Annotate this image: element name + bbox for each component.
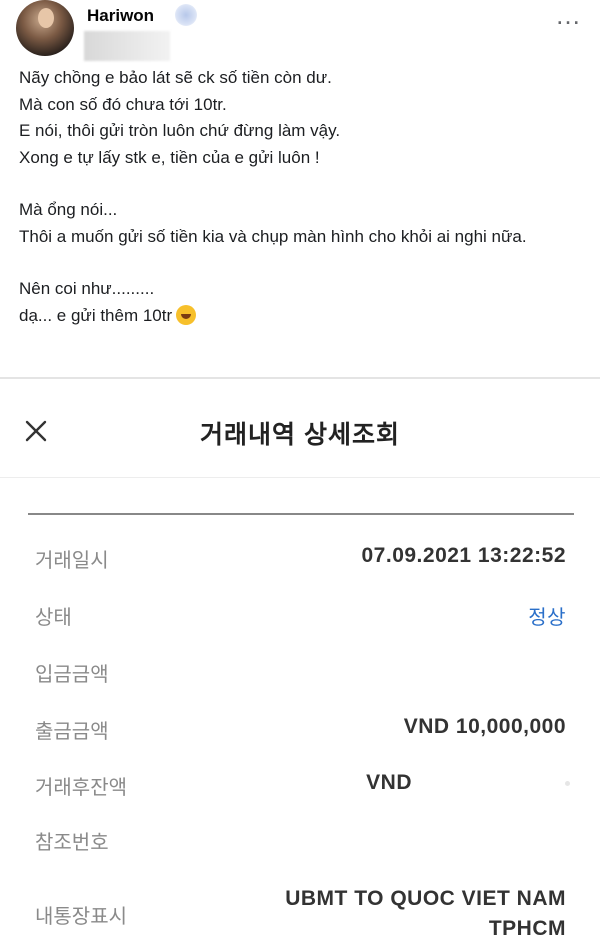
post-body: Nãy chồng e bảo lát sẽ ck số tiền còn dư… (19, 65, 589, 329)
header-rule (28, 513, 574, 515)
verified-badge-icon (175, 4, 197, 26)
post-line-text: dạ... e gửi thêm 10tr (19, 305, 173, 325)
author-name[interactable]: Hariwon (87, 6, 154, 26)
row-balance-after: 거래후잔액 VND (0, 771, 600, 811)
more-options-icon[interactable]: … (555, 0, 582, 31)
label-withdrawal-amount: 출금금액 (35, 721, 109, 743)
memo-line-1: UBMT TO QUOC VIET NAM (285, 887, 566, 910)
laughing-emoji-icon (176, 304, 197, 325)
post-line: Nãy chồng e bảo lát sẽ ck số tiền còn dư… (19, 68, 332, 87)
transaction-detail-screen: 거래내역 상세조회 거래일시 07.09.2021 13:22:52 상태 정상… (0, 379, 600, 948)
label-status: 상태 (35, 607, 72, 629)
row-withdrawal-amount: 출금금액 VND 10,000,000 (0, 715, 600, 755)
post-line: Nên coi như......... (19, 279, 155, 298)
post-line: Thôi a muốn gửi số tiền kia và chụp màn … (19, 226, 527, 246)
post-line: E nói, thôi gửi tròn luôn chứ đừng làm v… (19, 121, 341, 140)
post-line-last: dạ... e gửi thêm 10tr (19, 303, 589, 330)
row-transaction-datetime: 거래일시 07.09.2021 13:22:52 (0, 544, 600, 584)
value-withdrawal-amount: VND 10,000,000 (403, 715, 566, 738)
label-account-memo: 내통장표시 (35, 906, 127, 928)
row-reference-number: 참조번호 (0, 826, 600, 866)
label-balance-after: 거래후잔액 (35, 777, 127, 799)
memo-line-2: TPHCM (488, 917, 566, 940)
post-line: Xong e tự lấy stk e, tiền của e gửi luôn… (19, 147, 320, 167)
row-account-memo: 내통장표시 UBMT TO QUOC VIET NAM TPHCM (0, 884, 600, 946)
facebook-post: Hariwon … Nãy chồng e bảo lát sẽ ck số t… (0, 0, 600, 377)
page-title: 거래내역 상세조회 (200, 421, 400, 449)
label-transaction-datetime: 거래일시 (35, 550, 109, 572)
post-line: Mà ổng nói... (19, 200, 118, 219)
row-deposit-amount: 입금금액 (0, 658, 600, 698)
redacted-mark (565, 781, 570, 786)
post-line: Mà con số đó chưa tới 10tr. (19, 94, 227, 114)
value-balance-currency: VND (366, 771, 412, 794)
value-status: 정상 (528, 607, 566, 629)
value-account-memo: UBMT TO QUOC VIET NAM TPHCM (236, 884, 566, 944)
app-header: 거래내역 상세조회 (0, 379, 600, 478)
blurred-timestamp (84, 31, 170, 61)
row-status: 상태 정상 (0, 601, 600, 641)
author-avatar[interactable] (16, 0, 74, 56)
label-reference-number: 참조번호 (35, 832, 109, 854)
label-deposit-amount: 입금금액 (35, 664, 109, 686)
value-transaction-datetime: 07.09.2021 13:22:52 (361, 544, 566, 567)
